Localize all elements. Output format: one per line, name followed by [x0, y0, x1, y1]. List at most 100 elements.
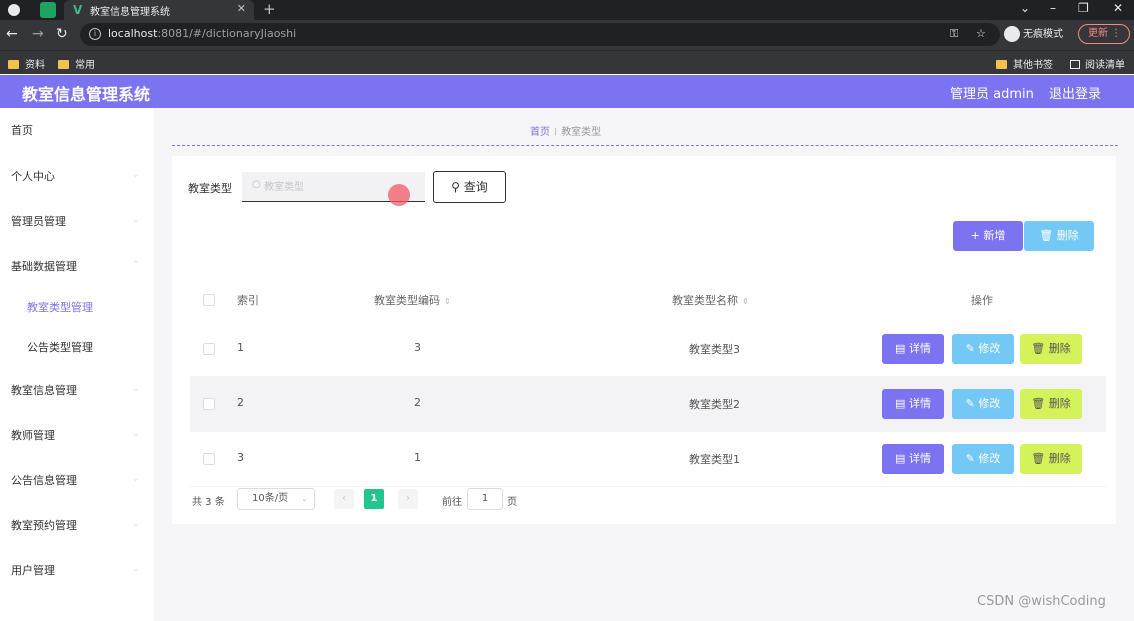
sidebar-item-admin[interactable]: 管理员管理	[11, 213, 66, 229]
mouse-cursor-indicator	[388, 184, 410, 206]
url-field[interactable]: i localhost:8081/#/dictionaryJiaoshi ⚿ ☆	[80, 23, 1000, 46]
goto-label: 前往	[442, 497, 462, 508]
col-code[interactable]: 教室类型编码 ⇕	[374, 292, 451, 308]
edit-button[interactable]: ✎ 修改	[952, 334, 1014, 364]
tab-favicon-icon[interactable]	[40, 2, 56, 18]
detail-button[interactable]: ▤ 详情	[882, 444, 944, 474]
new-tab-icon[interactable]: +	[263, 0, 276, 18]
page-size-select[interactable]: 10条/页 ⌄	[237, 488, 315, 510]
main-content: 首页⁞教室类型 教室类型 ○ ⚲ 查询 + 新增 🗑 删除 索引 教室类型编码⇕…	[154, 108, 1134, 621]
delete-button[interactable]: 🗑 删除	[1020, 334, 1082, 364]
document-icon: ▤	[895, 397, 906, 410]
chevron-down-icon: ⌄	[132, 519, 140, 529]
breadcrumb: 首页 ⁞ 教室类型	[530, 123, 601, 138]
sidebar-item-notice[interactable]: 公告信息管理	[11, 472, 77, 488]
detail-button[interactable]: ▤ 详情	[882, 389, 944, 419]
table-row: 3 1 教室类型1 ▤ 详情 ✎ 修改 🗑 删除	[190, 432, 1106, 487]
browser-tabbar: V 教室信息管理系统 ✕ + ⌄ – ❐ ✕	[0, 0, 1134, 20]
edit-button[interactable]: ✎ 修改	[952, 444, 1014, 474]
url-text: localhost:8081/#/dictionaryJiaoshi	[108, 27, 297, 40]
document-icon: ▤	[895, 342, 906, 355]
search-icon: ○	[252, 179, 261, 190]
document-icon: ▤	[895, 452, 906, 465]
search-label: 教室类型	[188, 182, 232, 195]
row-checkbox[interactable]	[203, 453, 215, 465]
breadcrumb-home[interactable]: 首页	[530, 127, 550, 138]
divider	[172, 145, 1118, 146]
select-all-checkbox[interactable]	[203, 294, 215, 306]
sidebar-item-classroom[interactable]: 教室信息管理	[11, 382, 77, 398]
cell-index: 2	[237, 396, 244, 409]
next-page-icon[interactable]: ›	[398, 489, 418, 509]
update-button[interactable]: 更新 ⋮	[1078, 24, 1130, 44]
tab-active[interactable]: V 教室信息管理系统 ✕	[64, 0, 254, 20]
trash-icon: 🗑	[1039, 229, 1054, 242]
incognito-indicator[interactable]: 无痕模式	[1004, 25, 1063, 42]
key-icon[interactable]: ⚿	[950, 27, 958, 41]
star-icon[interactable]: ☆	[976, 27, 986, 40]
watermark: CSDN @wishCoding	[977, 594, 1106, 609]
sort-icon: ⇕	[742, 297, 749, 306]
address-bar: ← → ↻ i localhost:8081/#/dictionaryJiaos…	[0, 20, 1134, 50]
table-row: 2 2 教室类型2 ▤ 详情 ✎ 修改 🗑 删除	[190, 377, 1106, 432]
add-button[interactable]: + 新增	[953, 221, 1023, 251]
sort-icon: ⇕	[444, 297, 451, 306]
cell-index: 1	[237, 341, 244, 354]
logout-link[interactable]: 退出登录	[1049, 83, 1101, 102]
folder-icon	[996, 60, 1007, 69]
chevron-down-icon: ⌄	[132, 215, 140, 225]
sidebar-subitem-classroom-type[interactable]: 教室类型管理	[27, 299, 93, 315]
chevron-up-icon: ⌃	[132, 260, 140, 270]
detail-button[interactable]: ▤ 详情	[882, 334, 944, 364]
cell-name: 教室类型3	[689, 343, 740, 356]
sidebar: 首页 个人中心 ⌄ 管理员管理 ⌄ 基础数据管理 ⌃ 教室类型管理 公告类型管理…	[0, 108, 154, 621]
search-button[interactable]: ⚲ 查询	[433, 171, 506, 203]
row-checkbox[interactable]	[203, 398, 215, 410]
app-header: 教室信息管理系统 管理员 admin 退出登录	[0, 75, 1134, 108]
restore-icon[interactable]: ❐	[1078, 1, 1089, 15]
browser-app-icon[interactable]	[8, 4, 20, 16]
bookmarks-bar: 资料 常用 其他书签 阅读清单	[0, 50, 1134, 74]
sidebar-item-profile[interactable]: 个人中心	[11, 168, 55, 184]
row-checkbox[interactable]	[203, 343, 215, 355]
sidebar-item-user[interactable]: 用户管理	[11, 562, 55, 578]
reload-icon[interactable]: ↻	[56, 26, 68, 42]
sidebar-item-teacher[interactable]: 教师管理	[11, 427, 55, 443]
bookmark-other[interactable]: 其他书签	[996, 56, 1053, 71]
sidebar-item-booking[interactable]: 教室预约管理	[11, 517, 77, 533]
goto-page-input[interactable]: 1	[467, 488, 503, 510]
window-close-icon[interactable]: ✕	[1113, 1, 1123, 15]
sidebar-item-home[interactable]: 首页	[11, 122, 33, 138]
info-icon[interactable]: i	[89, 28, 101, 40]
edit-button[interactable]: ✎ 修改	[952, 389, 1014, 419]
page-number-active[interactable]: 1	[364, 489, 384, 509]
content-card: 教室类型 ○ ⚲ 查询 + 新增 🗑 删除 索引 教室类型编码⇕ 教室类型名称⇕…	[172, 156, 1116, 524]
close-icon[interactable]: ✕	[237, 2, 246, 15]
chevron-down-icon[interactable]: ⌄	[1020, 1, 1030, 15]
col-index: 索引	[237, 294, 259, 307]
delete-button[interactable]: 🗑 删除	[1020, 389, 1082, 419]
admin-label: 管理员 admin	[950, 87, 1034, 102]
vue-logo-icon: V	[73, 3, 83, 17]
col-name[interactable]: 教室类型名称 ⇕	[672, 292, 749, 308]
minimize-icon[interactable]: –	[1050, 1, 1056, 15]
reading-list-icon	[1070, 60, 1080, 69]
cell-code: 3	[414, 341, 421, 354]
tab-title: 教室信息管理系统	[90, 7, 170, 18]
sidebar-subitem-notice-type[interactable]: 公告类型管理	[27, 339, 93, 355]
delete-button[interactable]: 🗑 删除	[1020, 444, 1082, 474]
app-title: 教室信息管理系统	[22, 85, 151, 104]
forward-icon[interactable]: →	[32, 26, 44, 42]
reading-list[interactable]: 阅读清单	[1070, 56, 1125, 71]
back-icon[interactable]: ←	[6, 26, 18, 42]
pagination-total: 共 3 条	[192, 497, 225, 508]
batch-delete-button[interactable]: 🗑 删除	[1024, 221, 1094, 251]
sidebar-item-basedata[interactable]: 基础数据管理	[11, 258, 77, 274]
prev-page-icon[interactable]: ‹	[334, 489, 354, 509]
chevron-down-icon: ⌄	[301, 494, 308, 503]
cell-code: 1	[414, 451, 421, 464]
bookmark-item[interactable]: 资料	[8, 56, 45, 71]
trash-icon: 🗑	[1031, 397, 1046, 410]
cell-code: 2	[414, 396, 421, 409]
bookmark-item[interactable]: 常用	[58, 56, 95, 71]
